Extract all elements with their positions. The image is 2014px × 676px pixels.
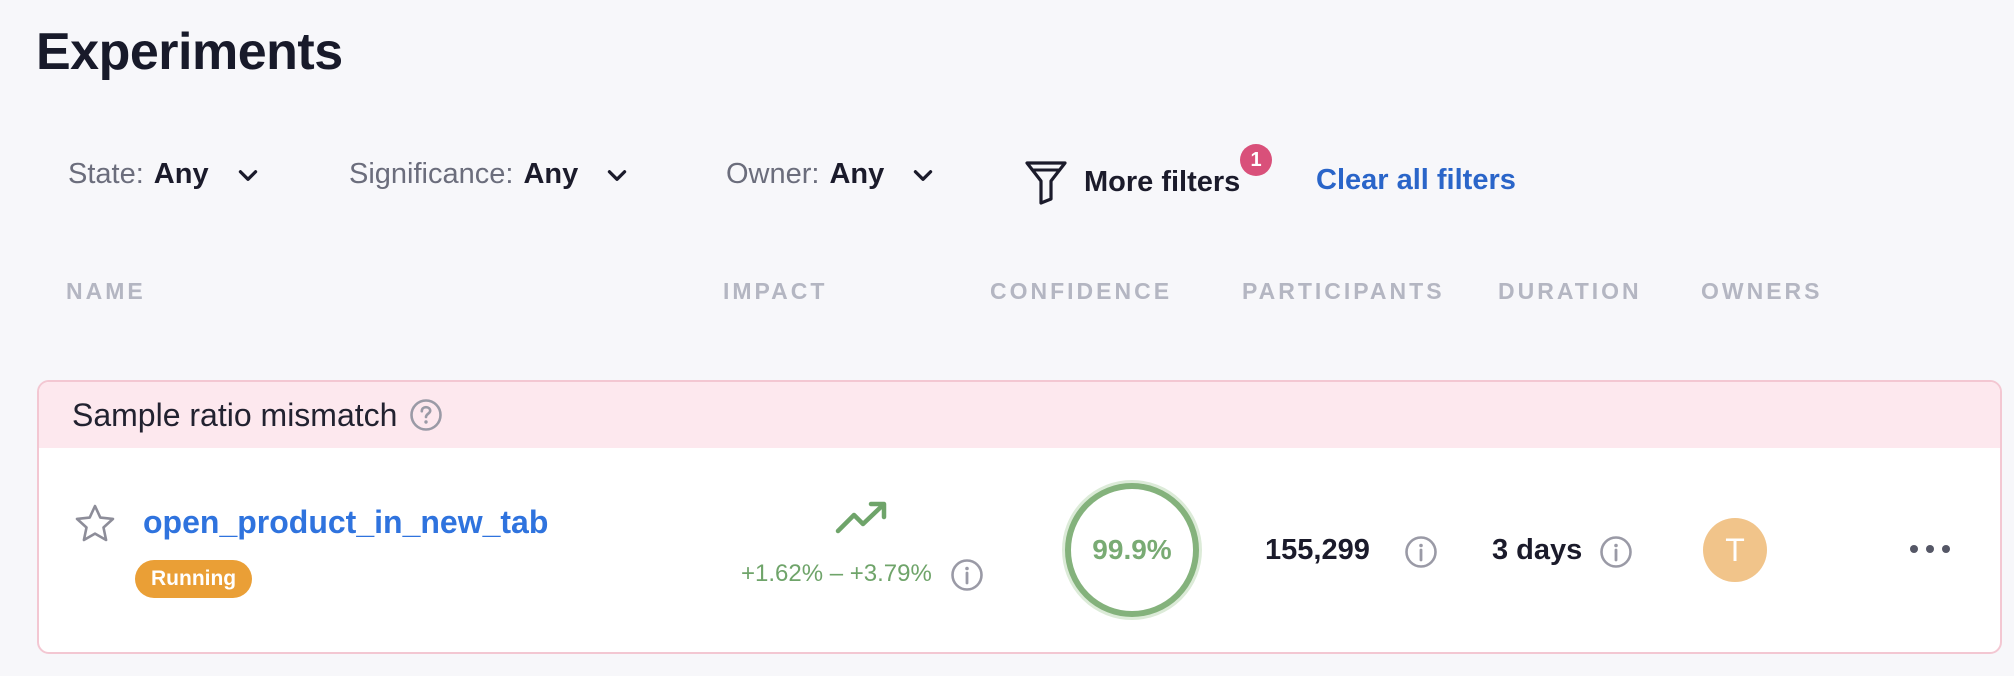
filter-bar: State: Any Significance: Any Owner: Any: [0, 144, 2014, 214]
owner-filter-label: Owner:: [726, 158, 820, 190]
info-circle-icon[interactable]: [1599, 535, 1633, 569]
participants-value: 155,299: [1265, 534, 1370, 566]
owner-filter-dropdown[interactable]: Owner: Any: [726, 158, 936, 191]
significance-filter-label: Significance:: [349, 158, 514, 190]
column-header-duration[interactable]: DURATION: [1498, 278, 1642, 305]
star-outline-icon[interactable]: [73, 502, 117, 546]
confidence-value: 99.9%: [1092, 534, 1172, 565]
page-title: Experiments: [36, 23, 343, 81]
filter-funnel-icon: [1025, 161, 1067, 205]
srm-group-card: Sample ratio mismatch open_product_in_ne…: [37, 380, 2002, 654]
duration-value: 3 days: [1492, 534, 1583, 566]
column-header-name[interactable]: NAME: [66, 278, 146, 305]
significance-filter-dropdown[interactable]: Significance: Any: [349, 158, 630, 191]
column-header-impact[interactable]: IMPACT: [723, 278, 827, 305]
group-title: Sample ratio mismatch: [72, 396, 398, 433]
more-horizontal-icon[interactable]: [1907, 540, 1953, 558]
more-filters-button[interactable]: More filters 1: [1024, 144, 1272, 214]
trending-up-icon: [835, 501, 887, 534]
chevron-down-icon: [238, 169, 257, 181]
state-filter-dropdown[interactable]: State: Any: [68, 158, 261, 191]
chevron-down-icon: [914, 169, 933, 181]
impact-range-value: +1.62% – +3.79%: [741, 560, 932, 587]
state-filter-label: State:: [68, 158, 144, 190]
status-badge: Running: [135, 560, 253, 598]
group-header: Sample ratio mismatch: [39, 382, 2000, 448]
owner-filter-value: Any: [829, 158, 885, 190]
owner-avatar[interactable]: T: [1703, 518, 1767, 582]
column-header-confidence[interactable]: CONFIDENCE: [990, 278, 1172, 305]
help-circle-icon[interactable]: [409, 398, 443, 432]
info-circle-icon[interactable]: [1404, 535, 1438, 569]
significance-filter-value: Any: [523, 158, 579, 190]
column-header-participants[interactable]: PARTICIPANTS: [1242, 278, 1445, 305]
clear-all-filters-link[interactable]: Clear all filters: [1316, 164, 1516, 197]
state-filter-value: Any: [153, 158, 209, 190]
chevron-down-icon: [608, 169, 627, 181]
experiments-page: Experiments State: Any Significance: Any…: [0, 0, 2014, 676]
experiment-name-link[interactable]: open_product_in_new_tab: [143, 504, 548, 541]
more-filters-label: More filters: [1084, 165, 1241, 198]
table-row[interactable]: open_product_in_new_tab Running +1.62% –…: [39, 448, 2000, 652]
column-header-owners[interactable]: OWNERS: [1701, 278, 1823, 305]
info-circle-icon[interactable]: [950, 558, 984, 592]
active-filter-count-badge: 1: [1240, 144, 1272, 176]
